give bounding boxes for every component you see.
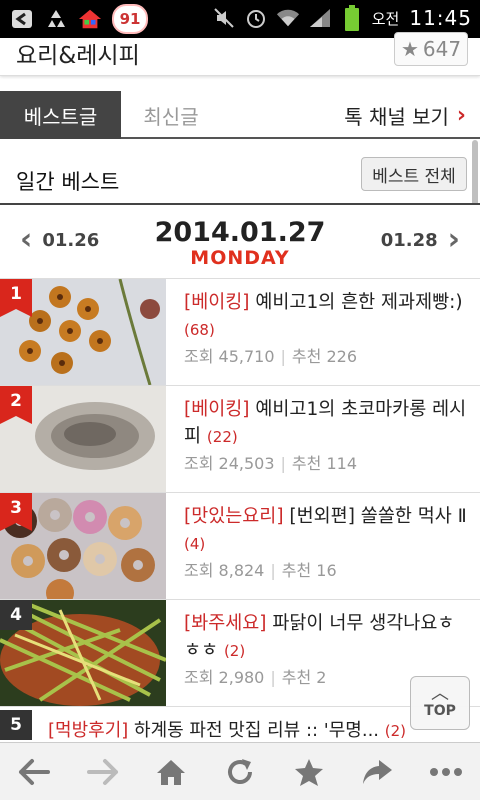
post-thumbnail: 4 — [0, 600, 166, 706]
post-title: [베이킹] 예비고1의 초코마카롱 레시피 (22) — [184, 396, 470, 451]
next-date-button[interactable]: 01.28 › — [381, 225, 460, 255]
recommend-count: 2 — [316, 668, 327, 687]
post-category: [베이킹] — [184, 292, 250, 313]
favorite-count: 647 — [422, 37, 462, 61]
views-count: 2,980 — [218, 668, 265, 687]
recommend-label: 추천 — [281, 561, 312, 580]
clock: 11:45 — [409, 6, 472, 30]
post-title: [맛있는요리] [번외편] 쏠쏠한 먹사 Ⅱ (4) — [184, 503, 470, 558]
talk-channel-link[interactable]: 톡 채널 보기 › — [344, 91, 466, 139]
bookmark-star-icon[interactable] — [285, 748, 333, 796]
recommend-label: 추천 — [291, 347, 322, 366]
talk-channel-label: 톡 채널 보기 — [344, 104, 449, 129]
alarm-icon — [244, 6, 268, 30]
rank-badge: 4 — [0, 600, 32, 630]
post-stats: 조회 2,980 | 추천 2 — [184, 668, 327, 687]
list-item[interactable]: 2 [베이킹] 예비고1의 초코마카롱 레시피 (22) 조회 24,503 | 추… — [0, 386, 480, 493]
post-stats: 조회 8,824 | 추천 16 — [184, 561, 337, 580]
recycle-icon — [44, 7, 68, 31]
list-item[interactable]: 1 [베이킹] 예비고1의 흔한 제과제빵:) (68) 조회 45,710 | 추… — [0, 279, 480, 386]
notification-badge: 91 — [112, 4, 148, 34]
list-item[interactable]: 4 [봐주세요] 파닭이 너무 생각나요ㅎㅎㅎ (2) 조회 2,980 | 추천 … — [0, 600, 480, 707]
back-notification-icon — [10, 7, 34, 31]
scroll-top-label: TOP — [424, 703, 456, 719]
post-title: [봐주세요] 파닭이 너무 생각나요ㅎㅎㅎ (2) — [184, 610, 470, 665]
rank-badge: 2 — [0, 386, 32, 424]
star-icon: ★ — [400, 37, 419, 61]
recommend-label: 추천 — [291, 454, 322, 473]
views-label: 조회 — [184, 561, 214, 580]
home-icon[interactable] — [147, 748, 195, 796]
recommend-count: 226 — [326, 347, 358, 366]
back-icon[interactable] — [10, 748, 58, 796]
chevron-right-icon: › — [456, 102, 466, 128]
favorite-button[interactable]: ★ 647 — [394, 32, 468, 66]
list-item[interactable]: 5 [먹방후기] 하계동 파전 맛집 리뷰 :: '무명... (2) — [0, 706, 480, 742]
tab-recent[interactable]: 최신글 — [121, 91, 221, 139]
post-category: [베이킹] — [184, 399, 250, 420]
post-title: [먹방후기] 하계동 파전 맛집 리뷰 :: '무명... (2) — [48, 716, 406, 742]
post-thumbnail: 3 — [0, 493, 166, 599]
forward-icon[interactable] — [79, 748, 127, 796]
rank-badge: 1 — [0, 279, 32, 317]
chevron-right-icon: › — [447, 222, 460, 257]
am-pm: 오전 — [371, 9, 400, 28]
notification-icons: 91 — [10, 4, 148, 34]
date-navigation: ‹ 01.26 2014.01.27 MONDAY 01.28 › — [0, 205, 480, 279]
views-count: 45,710 — [218, 347, 275, 366]
comment-count: (2) — [384, 722, 407, 740]
tab-best[interactable]: 베스트글 — [0, 91, 121, 139]
next-date-label: 01.28 — [380, 229, 438, 251]
wifi-icon — [276, 6, 300, 30]
home-app-icon — [78, 7, 102, 31]
browser-toolbar — [0, 742, 480, 800]
mute-icon — [212, 6, 236, 30]
post-stats: 조회 24,503 | 추천 114 — [184, 454, 358, 473]
daily-best-title: 일간 베스트 — [16, 170, 120, 194]
best-all-button[interactable]: 베스트 전체 — [361, 157, 467, 191]
board-header: 요리&레시피 ★ 647 — [0, 32, 480, 76]
system-status: 오전 11:45 — [212, 5, 472, 31]
comment-count: (22) — [206, 428, 238, 446]
post-thumbnail: 2 — [0, 386, 166, 492]
views-count: 8,824 — [218, 561, 265, 580]
more-icon[interactable] — [422, 748, 470, 796]
recommend-label: 추천 — [281, 668, 312, 687]
post-category: [먹방후기] — [48, 720, 129, 741]
recommend-count: 16 — [316, 561, 337, 580]
refresh-icon[interactable] — [216, 748, 264, 796]
views-count: 24,503 — [218, 454, 275, 473]
list-item[interactable]: 3 [맛있는요리] [번외편] 쏠쏠한 먹사 Ⅱ (4) 조회 8,824 | 추천… — [0, 493, 480, 600]
board-tabs: 베스트글 최신글 톡 채널 보기 › — [0, 91, 480, 139]
scroll-top-button[interactable]: ︿ TOP — [410, 676, 470, 730]
recommend-count: 114 — [326, 454, 358, 473]
comment-count: (2) — [223, 642, 246, 660]
best-post-list: 1 [베이킹] 예비고1의 흔한 제과제빵:) (68) 조회 45,710 | 추… — [0, 279, 480, 707]
signal-icon — [308, 6, 332, 30]
views-label: 조회 — [184, 454, 214, 473]
comment-count: (4) — [184, 535, 206, 553]
post-category: [봐주세요] — [184, 613, 267, 634]
page-title: 요리&레시피 — [16, 43, 140, 69]
post-category: [맛있는요리] — [184, 506, 284, 527]
battery-icon — [340, 5, 364, 31]
rank-badge: 5 — [0, 710, 32, 740]
comment-count: (68) — [184, 321, 215, 339]
post-thumbnail: 1 — [0, 279, 166, 385]
chevron-up-icon: ︿ — [431, 683, 449, 704]
views-label: 조회 — [184, 668, 214, 687]
share-icon[interactable] — [353, 748, 401, 796]
rank-badge: 3 — [0, 493, 32, 531]
post-title: [베이킹] 예비고1의 흔한 제과제빵:) (68) — [184, 289, 470, 344]
post-title-text: 예비고1의 흔한 제과제빵:) — [249, 292, 463, 313]
views-label: 조회 — [184, 347, 214, 366]
post-title-text: [번외편] 쏠쏠한 먹사 Ⅱ — [283, 506, 467, 527]
post-stats: 조회 45,710 | 추천 226 — [184, 347, 358, 366]
post-title-text: 하계동 파전 맛집 리뷰 :: '무명... — [128, 720, 380, 741]
